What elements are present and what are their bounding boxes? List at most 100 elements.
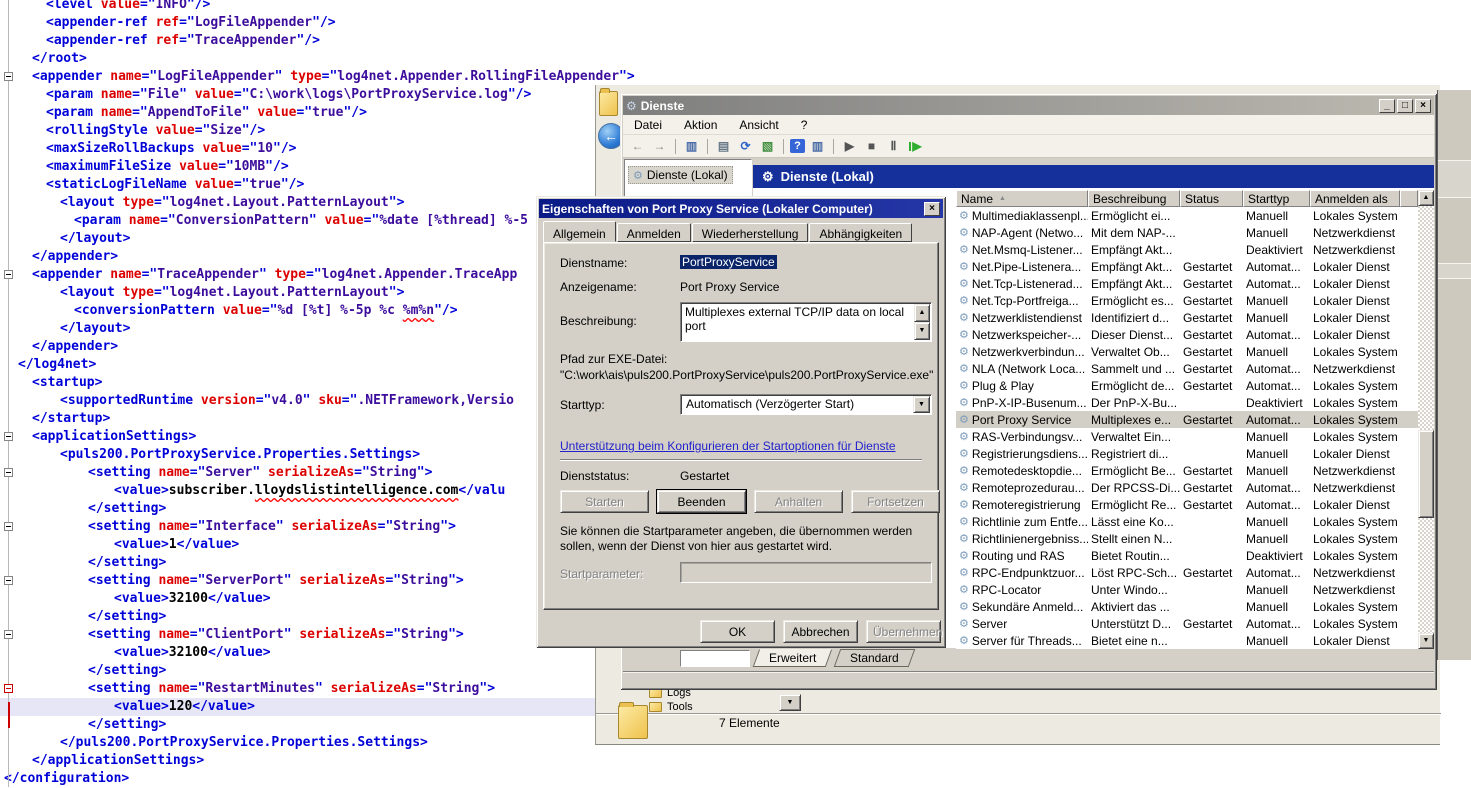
service-name-value[interactable]: PortProxyService xyxy=(680,255,777,269)
service-row[interactable]: ⚙Richtlinienergebniss...Stellt einen N..… xyxy=(956,530,1418,547)
fold-toggle-icon[interactable] xyxy=(4,270,13,279)
scroll-up-button[interactable]: ▲ xyxy=(1418,190,1434,206)
start-params-input[interactable] xyxy=(680,562,932,583)
start-service-icon[interactable]: ▶ xyxy=(840,138,859,155)
dialog-close-button[interactable]: × xyxy=(924,202,940,216)
start-button[interactable]: Starten xyxy=(560,490,649,513)
service-row[interactable]: ⚙RemoteregistrierungErmöglicht Re...Gest… xyxy=(956,496,1418,513)
table-cell: ⚙RPC-Endpunktzuor... xyxy=(956,566,1088,580)
table-cell: Registriert di... xyxy=(1088,447,1180,461)
column-header[interactable]: Status xyxy=(1180,190,1243,207)
pause-button[interactable]: Anhalten xyxy=(754,490,843,513)
column-header[interactable]: Name▲ xyxy=(956,190,1088,207)
dropdown-button[interactable]: ▼ xyxy=(779,694,801,711)
service-row[interactable]: ⚙NLA (Network Loca...Sammelt und ...Gest… xyxy=(956,360,1418,377)
console-tree-icon[interactable]: ▥ xyxy=(682,138,701,155)
description-field[interactable]: Multiplexes external TCP/IP data on loca… xyxy=(680,302,932,342)
fold-toggle-icon[interactable] xyxy=(4,630,13,639)
service-row[interactable]: ⚙Net.Msmq-Listener...Empfängt Akt...Deak… xyxy=(956,241,1418,258)
menu-item[interactable]: ? xyxy=(790,116,819,134)
cancel-button[interactable]: Abbrechen xyxy=(783,620,858,643)
service-row[interactable]: ⚙Netzwerkverbindun...Verwaltet Ob...Gest… xyxy=(956,343,1418,360)
dialog-tab[interactable]: Anmelden xyxy=(617,223,691,242)
stop-button[interactable]: Beenden xyxy=(657,490,746,513)
pause-service-icon[interactable]: Ⅱ xyxy=(884,138,903,155)
tree-item-dienste-lokal[interactable]: ⚙ Dienste (Lokal) xyxy=(628,166,733,184)
services-window-titlebar[interactable]: ⚙ Dienste _ □ × xyxy=(623,96,1434,115)
restart-service-icon[interactable]: ▶ xyxy=(906,138,925,155)
refresh-icon[interactable]: ⟳ xyxy=(736,138,755,155)
dialog-tab[interactable]: Wiederherstellung xyxy=(692,223,809,242)
service-row[interactable]: ⚙Net.Pipe-Listenera...Empfängt Akt...Ges… xyxy=(956,258,1418,275)
folder-list-item[interactable]: Tools xyxy=(649,700,693,713)
dialog-tab[interactable]: Allgemein xyxy=(543,221,616,242)
apply-button[interactable]: Übernehmen xyxy=(866,620,941,643)
service-row[interactable]: ⚙Remoteprozedurau...Der RPCSS-Di...Gesta… xyxy=(956,479,1418,496)
scroll-down-button[interactable]: ▼ xyxy=(1418,633,1434,649)
maximize-button[interactable]: □ xyxy=(1397,99,1413,113)
menu-item[interactable]: Datei xyxy=(623,116,673,134)
service-row[interactable]: ⚙Net.Tcp-Portfreiga...Ermöglicht es...Ge… xyxy=(956,292,1418,309)
scrollbar-thumb[interactable] xyxy=(1418,430,1434,518)
fold-toggle-icon[interactable] xyxy=(4,72,13,81)
service-row[interactable]: ⚙RPC-LocatorUnter Windo...ManuellNetzwer… xyxy=(956,581,1418,598)
view-tab[interactable]: Standard xyxy=(834,649,915,667)
properties-dialog[interactable]: Eigenschaften von Port Proxy Service (Lo… xyxy=(536,196,946,648)
table-cell: Manuell xyxy=(1243,345,1310,359)
description-scroll-up[interactable]: ▲ xyxy=(914,304,930,322)
column-header[interactable]: Starttyp xyxy=(1243,190,1310,207)
fold-toggle-icon[interactable] xyxy=(4,468,13,477)
service-row[interactable]: ⚙Net.Tcp-Listenerad...Empfängt Akt...Ges… xyxy=(956,275,1418,292)
service-row[interactable]: ⚙Richtlinie zum Entfe...Lässt eine Ko...… xyxy=(956,513,1418,530)
forward-icon[interactable]: → xyxy=(650,138,669,155)
help-icon[interactable]: ? xyxy=(790,139,805,153)
action-pane-icon[interactable]: ▥ xyxy=(808,138,827,155)
column-header-label: Name xyxy=(961,192,993,206)
service-row[interactable]: ⚙Netzwerkspeicher-...Dieser Dienst...Ges… xyxy=(956,326,1418,343)
service-row[interactable]: ⚙Server für Threads...Bietet eine n...Ma… xyxy=(956,632,1418,649)
service-row[interactable]: ⚙NAP-Agent (Netwo...Mit dem NAP-...Manue… xyxy=(956,224,1418,241)
menu-item[interactable]: Aktion xyxy=(673,116,728,134)
column-header[interactable]: Beschreibung xyxy=(1088,190,1180,207)
service-row[interactable]: ⚙RPC-Endpunktzuor...Löst RPC-Sch...Gesta… xyxy=(956,564,1418,581)
export-list-icon[interactable]: ▧ xyxy=(758,138,777,155)
service-row[interactable]: ⚙Remotedesktopdie...Ermöglicht Be...Gest… xyxy=(956,462,1418,479)
resume-button[interactable]: Fortsetzen xyxy=(851,490,940,513)
service-row[interactable]: ⚙NetzwerklistendienstIdentifiziert d...G… xyxy=(956,309,1418,326)
table-cell: ⚙Routing und RAS xyxy=(956,549,1088,563)
service-row[interactable]: ⚙Routing und RASBietet Routin...Deaktivi… xyxy=(956,547,1418,564)
filter-box[interactable] xyxy=(680,650,750,667)
dialog-titlebar[interactable]: Eigenschaften von Port Proxy Service (Lo… xyxy=(539,199,943,218)
services-table[interactable]: Name▲BeschreibungStatusStarttypAnmelden … xyxy=(956,190,1418,649)
startup-options-help-link[interactable]: Unterstützung beim Konfigurieren der Sta… xyxy=(560,439,896,453)
combo-dropdown-button[interactable]: ▼ xyxy=(913,396,930,413)
service-row[interactable]: ⚙Port Proxy ServiceMultiplexes e...Gesta… xyxy=(956,411,1418,428)
service-row[interactable]: ⚙PnP-X-IP-Busenum...Der PnP-X-Bu...Deakt… xyxy=(956,394,1418,411)
fold-toggle-icon[interactable] xyxy=(4,522,13,531)
minimize-button[interactable]: _ xyxy=(1379,99,1395,113)
service-gear-icon: ⚙ xyxy=(959,532,969,545)
properties-icon[interactable]: ▤ xyxy=(714,138,733,155)
view-tab[interactable]: Erweitert xyxy=(753,649,833,667)
service-row[interactable]: ⚙Sekundäre Anmeld...Aktiviert das ...Man… xyxy=(956,598,1418,615)
stop-service-icon[interactable]: ■ xyxy=(862,138,881,155)
fold-toggle-icon[interactable] xyxy=(4,432,13,441)
fold-toggle-icon[interactable] xyxy=(4,684,13,693)
fold-toggle-icon[interactable] xyxy=(4,576,13,585)
service-row[interactable]: ⚙Plug & PlayErmöglicht de...GestartetAut… xyxy=(956,377,1418,394)
close-button[interactable]: × xyxy=(1415,99,1431,113)
description-scroll-down[interactable]: ▼ xyxy=(914,322,930,340)
start-params-label: Startparameter: xyxy=(560,567,643,581)
column-header[interactable]: Anmelden als xyxy=(1310,190,1400,207)
service-row[interactable]: ⚙Multimediaklassenpl...Ermöglicht ei...M… xyxy=(956,207,1418,224)
menu-item[interactable]: Ansicht xyxy=(728,116,789,134)
ok-button[interactable]: OK xyxy=(700,620,775,643)
table-cell: Lokales System xyxy=(1310,413,1400,427)
dialog-tab[interactable]: Abhängigkeiten xyxy=(809,223,912,242)
back-icon[interactable]: ← xyxy=(628,138,647,155)
service-row[interactable]: ⚙RAS-Verbindungsv...Verwaltet Ein...Manu… xyxy=(956,428,1418,445)
vertical-scrollbar[interactable]: ▲ ▼ xyxy=(1418,190,1434,649)
startup-type-select[interactable]: Automatisch (Verzögerter Start) ▼ xyxy=(680,394,932,415)
service-row[interactable]: ⚙ServerUnterstützt D...GestartetAutomat.… xyxy=(956,615,1418,632)
service-row[interactable]: ⚙Registrierungsdiens...Registriert di...… xyxy=(956,445,1418,462)
